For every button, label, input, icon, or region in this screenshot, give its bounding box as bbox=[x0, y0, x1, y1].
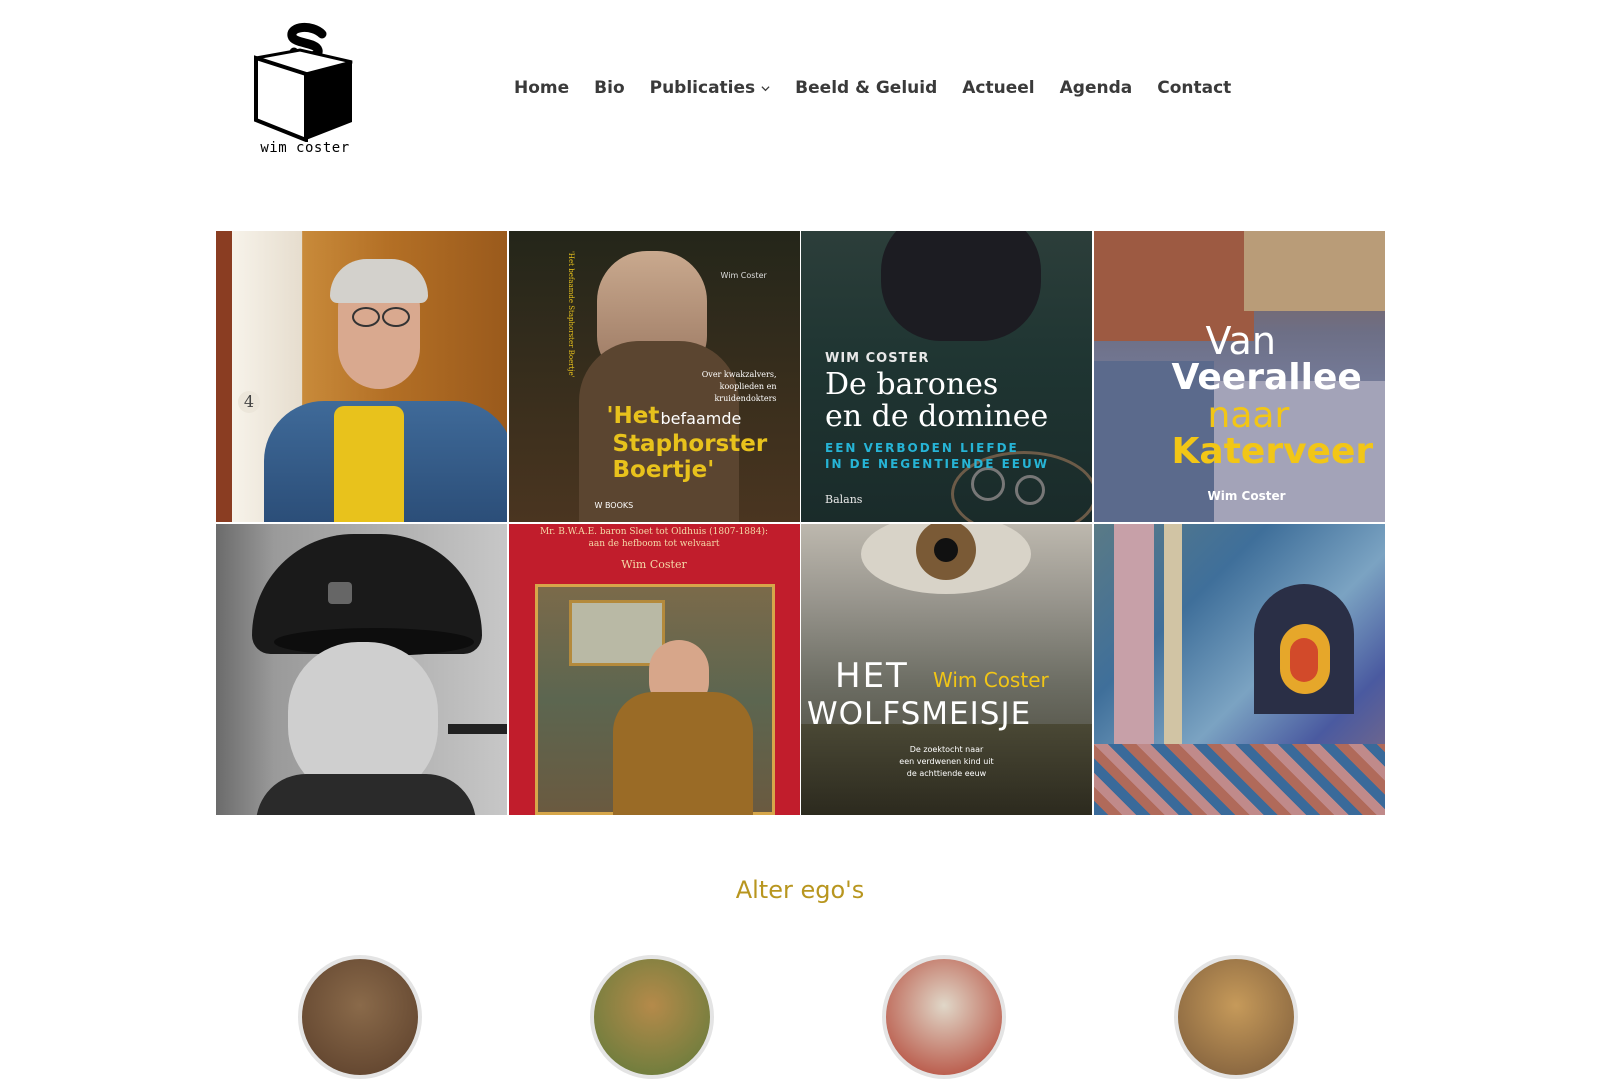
nav-beeld-geluid-label: Beeld & Geluid bbox=[795, 78, 938, 98]
book-subtitle-2: IN DE NEGENTIENDE EEUW bbox=[825, 457, 1049, 471]
nav-actueel-label: Actueel bbox=[962, 78, 1035, 98]
gallery-grid: 4 Wim Coster 'Het befaamde Staphorster B… bbox=[216, 231, 1385, 815]
book-subtitle-1: EEN VERBODEN LIEFDE bbox=[825, 441, 1019, 455]
gallery-tile-embroidery[interactable] bbox=[1093, 523, 1385, 815]
book-title-3: naar bbox=[1207, 395, 1290, 436]
book-title-3: Staphorster bbox=[612, 431, 768, 457]
nav-home[interactable]: Home bbox=[514, 78, 569, 98]
gallery-tile-author-portrait[interactable]: 4 bbox=[216, 231, 507, 522]
site-logo[interactable]: wim coster bbox=[252, 22, 358, 160]
book-author: Wim Coster bbox=[720, 271, 767, 280]
book-subtitle-2: een verdwenen kind uit bbox=[899, 756, 994, 766]
gallery-tile-book-veerallee-katerveer[interactable]: Van Veerallee naar Katerveer Wim Coster bbox=[1093, 231, 1385, 522]
book-subtitle: De zoektocht naar een verdwenen kind uit… bbox=[801, 744, 1092, 780]
nav-contact[interactable]: Contact bbox=[1157, 78, 1231, 98]
nav-home-label: Home bbox=[514, 78, 570, 98]
alter-ego-avatar-2[interactable] bbox=[590, 955, 714, 1079]
book-header-line-2: aan de hefboom tot welvaart bbox=[588, 538, 720, 549]
nav-beeld-geluid[interactable]: Beeld & Geluid bbox=[795, 78, 937, 98]
gallery-tile-book-wolfsmeisje[interactable]: HET Wim Coster WOLFSMEISJE De zoektocht … bbox=[801, 523, 1092, 815]
book-author: Wim Coster bbox=[1207, 489, 1286, 503]
alter-ego-avatar-1[interactable] bbox=[298, 955, 422, 1079]
book-title-2: Veerallee bbox=[1171, 357, 1362, 398]
alter-ego-avatar-4[interactable] bbox=[1174, 955, 1298, 1079]
book-title-2: WOLFSMEISJE bbox=[807, 695, 1032, 732]
nav-bio-label: Bio bbox=[594, 78, 625, 98]
book-spine-title: 'Het befaamde Staphorster Boertje' bbox=[566, 251, 575, 378]
door-number: 4 bbox=[238, 391, 260, 413]
section-title-alter-egos: Alter ego's bbox=[735, 876, 865, 904]
book-title-1: De barones bbox=[825, 367, 999, 402]
nav-actueel[interactable]: Actueel bbox=[962, 78, 1034, 98]
book-author: Wim Coster bbox=[933, 667, 1049, 692]
nav-agenda-label: Agenda bbox=[1059, 78, 1133, 98]
book-title-2: befaamde bbox=[660, 409, 742, 428]
nav-contact-label: Contact bbox=[1157, 78, 1232, 98]
alter-ego-avatar-3[interactable] bbox=[882, 955, 1006, 1079]
book-subtitle: Over kwakzalvers, kooplieden en kruidend… bbox=[701, 370, 777, 403]
chevron-down-icon bbox=[761, 85, 770, 91]
book-author: Wim Coster bbox=[621, 557, 687, 571]
book-header-line-1: Mr. B.W.A.E. baron Sloet tot Oldhuis (18… bbox=[539, 526, 769, 537]
book-title-4: Katerveer bbox=[1171, 431, 1374, 472]
nav-publicaties-label: Publicaties bbox=[649, 78, 756, 98]
nav-publicaties[interactable]: Publicaties bbox=[650, 78, 771, 98]
book-title-4: Boertje' bbox=[612, 457, 715, 483]
nav-agenda[interactable]: Agenda bbox=[1060, 78, 1133, 98]
gallery-tile-childhood-photo[interactable] bbox=[216, 523, 507, 815]
book-title-2: en de dominee bbox=[825, 399, 1049, 434]
gallery-tile-book-staphorster-boertje[interactable]: Wim Coster 'Het befaamde Staphorster Boe… bbox=[508, 231, 800, 522]
gallery-tile-book-sloet-tot-oldhuis[interactable]: Mr. B.W.A.E. baron Sloet tot Oldhuis (18… bbox=[508, 523, 800, 815]
book-subtitle-1: De zoektocht naar bbox=[909, 744, 984, 754]
book-title-1: HET bbox=[835, 655, 909, 696]
cube-logo-icon bbox=[254, 23, 353, 143]
book-publisher: Balans bbox=[825, 493, 863, 506]
book-title-1: 'Het bbox=[606, 403, 660, 429]
book-author: WIM COSTER bbox=[825, 351, 930, 366]
gallery-tile-book-barones-dominee[interactable]: WIM COSTER De barones en de dominee EEN … bbox=[801, 231, 1092, 522]
logo-text: wim coster bbox=[260, 140, 350, 156]
book-subtitle-3: de achttiende eeuw bbox=[906, 768, 987, 778]
nav-bio[interactable]: Bio bbox=[594, 78, 624, 98]
book-publisher: W BOOKS bbox=[594, 501, 634, 510]
main-nav: Home Bio Publicaties Beeld & Geluid Actu… bbox=[514, 78, 1231, 98]
book-header: Mr. B.W.A.E. baron Sloet tot Oldhuis (18… bbox=[509, 526, 800, 550]
